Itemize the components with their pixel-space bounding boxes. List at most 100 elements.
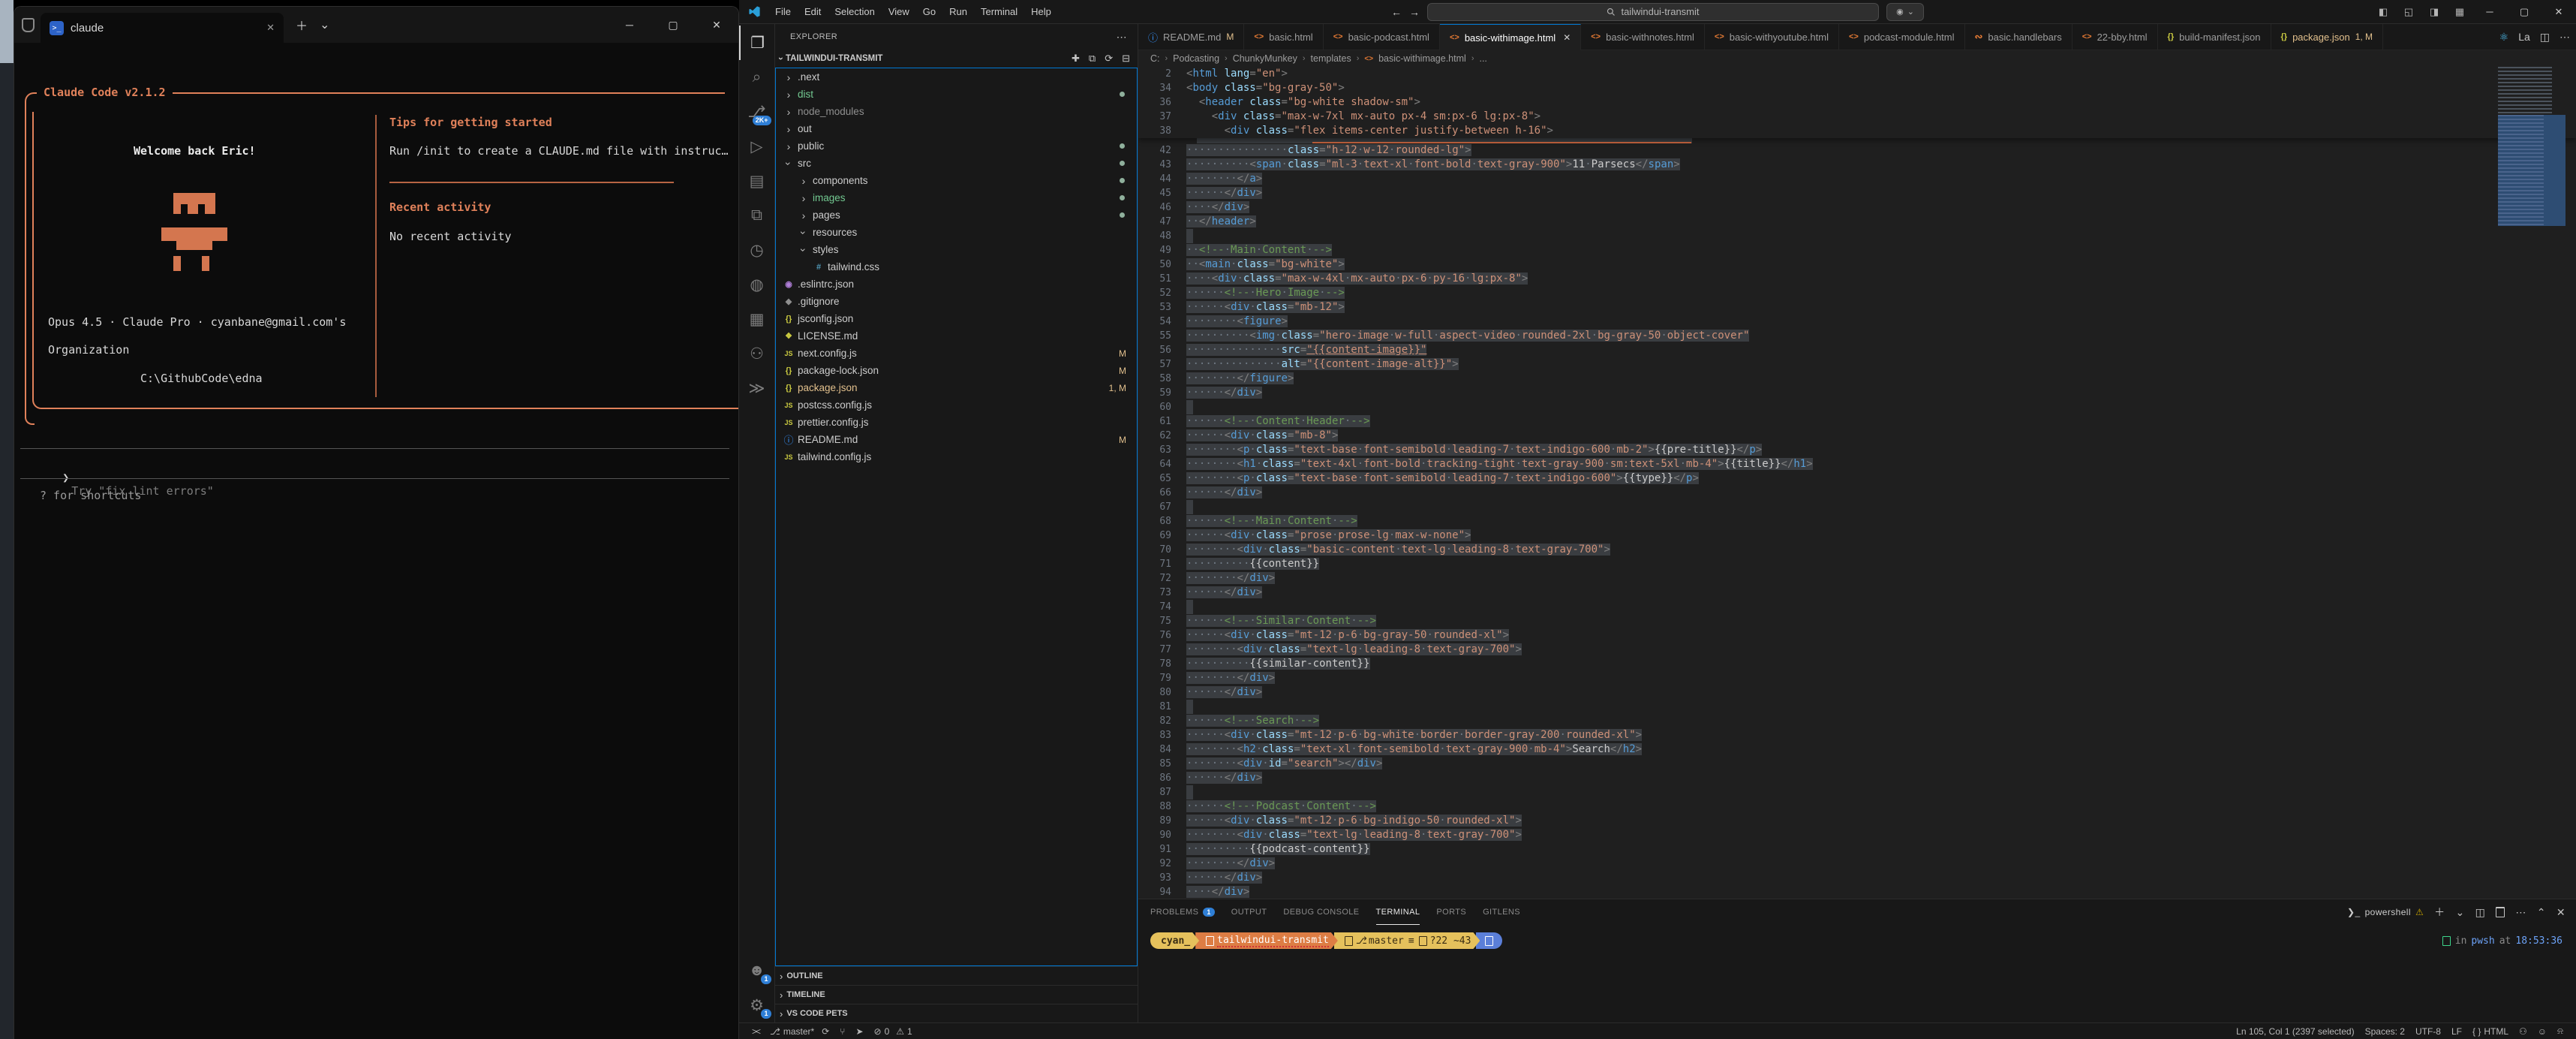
code-line[interactable]: 49··<!--·Main·Content·--> (1138, 243, 2576, 257)
tree-item-README.md[interactable]: ⓘREADME.mdM (776, 431, 1137, 448)
code-line[interactable]: 86······</div> (1138, 771, 2576, 785)
code-line[interactable]: 55··········<img·class="hero-image·w-ful… (1138, 329, 2576, 343)
split-editor-icon[interactable]: ◫ (2540, 31, 2550, 44)
tree-item-out[interactable]: ›out (776, 120, 1137, 137)
tree-item-src[interactable]: ›src (776, 155, 1137, 172)
breadcrumb-file[interactable]: basic-withimage.html (1378, 53, 1466, 64)
panel-close-icon[interactable]: ✕ (2556, 906, 2565, 919)
language-mode[interactable]: { }HTML (2467, 1026, 2514, 1037)
code-line[interactable]: 42················class="h-12·w-12·round… (1138, 143, 2576, 158)
tree-item-images[interactable]: ›images (776, 189, 1137, 206)
integrated-terminal[interactable]: cyan_ tailwindui-transmit ⎇master≡?22 ~4… (1138, 925, 2576, 949)
tree-item-tailwind.config.js[interactable]: JStailwind.config.js (776, 448, 1137, 465)
breadcrumb-templates[interactable]: templates (1311, 53, 1351, 64)
tab-22-bby.html[interactable]: <>22-bby.html (2073, 24, 2158, 50)
tree-item-public[interactable]: ›public (776, 137, 1137, 155)
collapse-all-icon[interactable]: ⊟ (1122, 53, 1130, 65)
split-terminal-icon[interactable]: ◫ (2475, 906, 2486, 919)
panel-tab-problems[interactable]: PROBLEMS1 (1150, 899, 1215, 925)
remote-indicator[interactable]: >< (747, 1026, 765, 1037)
explorer-more-icon[interactable]: ⋯ (1117, 31, 1127, 44)
tab-package.json[interactable]: {}package.json1, M (2271, 24, 2384, 50)
tree-item-package-lock.json[interactable]: {}package-lock.jsonM (776, 362, 1137, 379)
code-line[interactable]: 63········<p·class="text-base·font-semib… (1138, 443, 2576, 457)
code-line[interactable]: 64········<h1·class="text-4xl·font-bold·… (1138, 457, 2576, 471)
code-line[interactable]: 36 <header class="bg-white shadow-sm"> (1138, 95, 2576, 110)
code-line[interactable]: 54········<figure> (1138, 315, 2576, 329)
sync-icon[interactable]: ⟳ (822, 1026, 829, 1037)
code-line[interactable]: 94····</div> (1138, 885, 2576, 899)
tree-item-next.config.js[interactable]: JSnext.config.jsM (776, 345, 1137, 362)
code-line[interactable]: 62······<div·class="mb-8"> (1138, 429, 2576, 443)
code-line[interactable]: 45······</div> (1138, 186, 2576, 200)
code-line[interactable]: 68······<!--·Main·Content·--> (1138, 514, 2576, 529)
vscode-maximize-button[interactable]: ▢ (2507, 0, 2541, 23)
activity-remote-explorer-icon[interactable]: ⧉ (740, 198, 774, 233)
code-line[interactable]: 74 (1138, 600, 2576, 614)
new-folder-icon[interactable]: ⧉ (1089, 53, 1096, 65)
terminal-tab-claude[interactable]: >_ claude ✕ (41, 13, 284, 43)
refresh-icon[interactable]: ⟳ (1105, 53, 1113, 65)
compare-status[interactable]: ⑂ (834, 1026, 850, 1037)
code-line[interactable]: 71··········{{content}} (1138, 557, 2576, 571)
code-line[interactable]: 92········</div> (1138, 857, 2576, 871)
code-line[interactable]: 53······<div·class="mb-12"> (1138, 300, 2576, 315)
encoding[interactable]: UTF-8 (2410, 1026, 2446, 1037)
feedback-icon[interactable]: ☺ (2532, 1026, 2552, 1037)
breadcrumb-more[interactable]: ... (1479, 53, 1486, 64)
tab-dropdown-button[interactable]: ⌄ (320, 17, 329, 32)
tree-item-LICENSE.md[interactable]: ❖LICENSE.md (776, 327, 1137, 345)
tree-item-jsconfig.json[interactable]: {}jsconfig.json (776, 310, 1137, 327)
code-line[interactable]: 61······<!--·Content·Header·--> (1138, 414, 2576, 429)
terminal-close-button[interactable]: ✕ (695, 7, 738, 43)
code-line[interactable]: 57···············alt="{{content-image-al… (1138, 357, 2576, 372)
code-editor[interactable]: 2<html lang="en">34<body class="bg-gray-… (1138, 67, 2576, 899)
code-line[interactable]: 34<body class="bg-gray-50"> (1138, 81, 2576, 95)
code-line[interactable]: 69······<div·class="prose·prose-lg·max-w… (1138, 529, 2576, 543)
tree-item-postcss.config.js[interactable]: JSpostcss.config.js (776, 396, 1137, 414)
close-icon[interactable]: ✕ (1563, 32, 1571, 43)
section-timeline[interactable]: ›TIMELINE (775, 985, 1138, 1004)
menu-terminal[interactable]: Terminal (974, 6, 1024, 17)
code-line[interactable]: 85········<div·id="search"></div> (1138, 757, 2576, 771)
new-tab-button[interactable]: ＋ (296, 16, 308, 34)
panel-tab-ports[interactable]: PORTS (1436, 899, 1466, 925)
breadcrumb-ChunkyMunkey[interactable]: ChunkyMunkey (1233, 53, 1297, 64)
code-line[interactable]: 58········</figure> (1138, 372, 2576, 386)
activity-settings-icon[interactable]: ⚙1 (740, 988, 774, 1022)
tab-basic.handlebars[interactable]: ∾basic.handlebars (1965, 24, 2073, 50)
code-line[interactable]: 46····</div> (1138, 200, 2576, 215)
toggle-sidebar-icon[interactable]: ◧ (2370, 6, 2396, 18)
code-line[interactable]: 2<html lang="en"> (1138, 67, 2576, 81)
code-line[interactable]: 60 (1138, 400, 2576, 414)
tree-item-prettier.config.js[interactable]: JSprettier.config.js (776, 414, 1137, 431)
menu-help[interactable]: Help (1024, 6, 1058, 17)
problems-status[interactable]: ⊘0⚠1 (869, 1026, 918, 1037)
launch-status[interactable]: ➤ (850, 1026, 868, 1037)
breadcrumb-Podcasting[interactable]: Podcasting (1173, 53, 1219, 64)
tab-basic-withimage.html[interactable]: <>basic-withimage.html✕ (1440, 24, 1581, 50)
panel-maximize-icon[interactable]: ⌃ (2537, 906, 2546, 919)
tab-README.md[interactable]: ⓘREADME.mdM (1138, 24, 1244, 50)
code-line[interactable]: 43··········<span·class="ml-3·text-xl·fo… (1138, 158, 2576, 172)
tab-podcast-module.html[interactable]: <>podcast-module.html (1839, 24, 1965, 50)
activity-testing-icon[interactable]: ◷ (740, 233, 774, 267)
code-line[interactable]: 47··</header> (1138, 215, 2576, 229)
tab-basic-withnotes.html[interactable]: <>basic-withnotes.html (1581, 24, 1705, 50)
code-line[interactable]: 50··<main·class="bg-white"> (1138, 257, 2576, 272)
command-center-search[interactable]: tailwindui-transmit (1427, 3, 1879, 21)
code-line[interactable]: 91··········{{podcast-content}} (1138, 842, 2576, 857)
tree-item-resources[interactable]: ›resources (776, 224, 1137, 241)
branch-status[interactable]: ⎇master*⟳ (765, 1026, 834, 1037)
activity-gitlens-icon[interactable]: ≫ (740, 371, 774, 405)
tree-item-package.json[interactable]: {}package.json1, M (776, 379, 1137, 396)
panel-tab-gitlens[interactable]: GITLENS (1483, 899, 1520, 925)
activity-live-share-icon[interactable]: ◍ (740, 267, 774, 302)
code-line[interactable]: 52······<!--·Hero·Image·--> (1138, 286, 2576, 300)
code-line[interactable]: 79········</div> (1138, 671, 2576, 685)
indentation[interactable]: Spaces: 2 (2360, 1026, 2410, 1037)
tree-item-components[interactable]: ›components (776, 172, 1137, 189)
prompt-input[interactable]: ❯ Try "fix lint errors" (22, 457, 214, 511)
nav-forward-icon[interactable]: → (1409, 6, 1420, 18)
code-line[interactable]: 66······</div> (1138, 486, 2576, 500)
